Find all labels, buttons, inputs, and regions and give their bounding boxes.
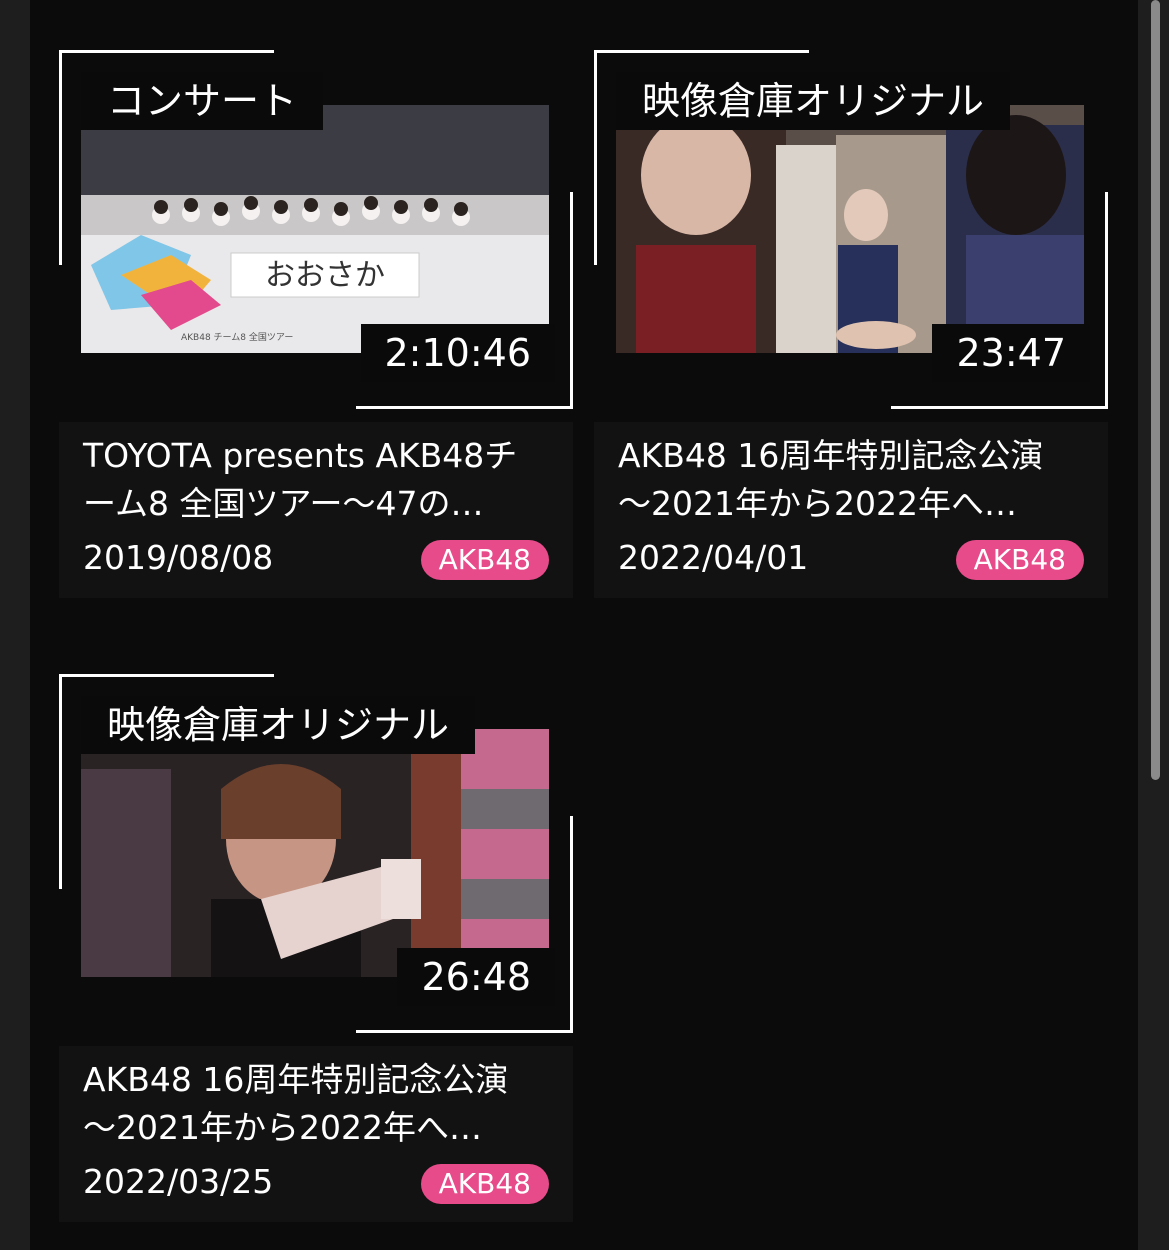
video-title: AKB48 16周年特別記念公演 〜2021年から2022年へ… xyxy=(83,1056,553,1152)
video-title-line: AKB48 16周年特別記念公演 xyxy=(618,436,1044,475)
video-card[interactable]: 映像倉庫オリジナル 26:48 AKB48 16周年特別記念公演 〜2021年か… xyxy=(59,674,579,1234)
video-card[interactable]: おおさか AKB48 チーム8 全国ツアー コンサート 2:10:46 TOYO… xyxy=(59,50,579,610)
video-thumbnail[interactable] xyxy=(81,729,549,977)
thumbnail-caption: おおさか xyxy=(265,258,385,293)
category-label: コンサート xyxy=(81,72,324,130)
scrollbar-thumb[interactable] xyxy=(1151,0,1160,780)
video-title: AKB48 16周年特別記念公演 〜2021年から2022年へ… xyxy=(618,432,1088,528)
release-date: 2019/08/08 xyxy=(83,538,274,577)
video-title-line: TOYOTA presents AKB48チ xyxy=(83,436,518,475)
video-title-line: AKB48 16周年特別記念公演 xyxy=(83,1060,509,1099)
video-info[interactable]: AKB48 16周年特別記念公演 〜2021年から2022年へ… 2022/03… xyxy=(59,1046,573,1222)
release-date: 2022/03/25 xyxy=(83,1162,274,1201)
duration-label: 26:48 xyxy=(397,948,555,1006)
group-tag-badge[interactable]: AKB48 xyxy=(420,540,549,580)
video-thumbnail[interactable]: おおさか AKB48 チーム8 全国ツアー xyxy=(81,105,549,353)
video-title-line: 〜2021年から2022年へ… xyxy=(618,484,1017,523)
video-info[interactable]: TOYOTA presents AKB48チ ーム8 全国ツアー〜47の… 20… xyxy=(59,422,573,598)
duration-label: 23:47 xyxy=(932,324,1090,382)
video-title-line: 〜2021年から2022年へ… xyxy=(83,1108,482,1147)
svg-text:AKB48 チーム8 全国ツアー: AKB48 チーム8 全国ツアー xyxy=(181,331,293,343)
video-title: TOYOTA presents AKB48チ ーム8 全国ツアー〜47の… xyxy=(83,432,553,528)
category-label: 映像倉庫オリジナル xyxy=(616,72,1011,130)
category-label: 映像倉庫オリジナル xyxy=(81,696,476,754)
group-tag-badge[interactable]: AKB48 xyxy=(420,1164,549,1204)
video-thumbnail[interactable] xyxy=(616,105,1084,353)
video-title-line: ーム8 全国ツアー〜47の… xyxy=(83,484,484,523)
video-card[interactable]: 映像倉庫オリジナル 23:47 AKB48 16周年特別記念公演 〜2021年か… xyxy=(594,50,1114,610)
duration-label: 2:10:46 xyxy=(360,324,555,382)
release-date: 2022/04/01 xyxy=(618,538,809,577)
group-tag-badge[interactable]: AKB48 xyxy=(955,540,1084,580)
video-info[interactable]: AKB48 16周年特別記念公演 〜2021年から2022年へ… 2022/04… xyxy=(594,422,1108,598)
